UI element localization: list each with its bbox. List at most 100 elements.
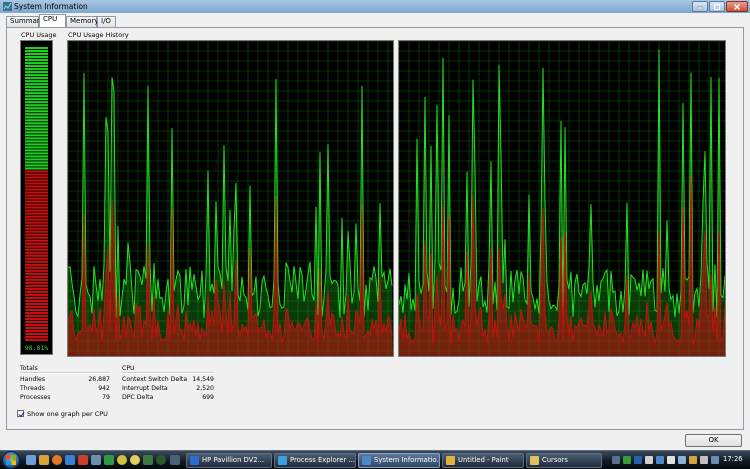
app-icon-green[interactable] bbox=[104, 455, 114, 465]
gauge-segment bbox=[25, 128, 48, 131]
gauge-segment bbox=[25, 119, 48, 122]
show-desktop-icon[interactable] bbox=[26, 455, 36, 465]
gauge-segment bbox=[25, 260, 48, 263]
tab-cpu[interactable]: CPU bbox=[39, 14, 66, 27]
gauge-segment bbox=[25, 86, 48, 89]
expand-arrow-icon[interactable] bbox=[170, 455, 180, 465]
cpu-usage-history-label: CPU Usage History bbox=[68, 31, 129, 39]
gauge-segment bbox=[25, 233, 48, 236]
task-label: Cursors bbox=[542, 456, 568, 464]
gauge-segment bbox=[25, 293, 48, 296]
speaker-icon[interactable] bbox=[700, 456, 708, 464]
tray-app-icon[interactable] bbox=[623, 456, 631, 464]
window-title: System Information bbox=[14, 2, 88, 11]
gauge-segment bbox=[25, 188, 48, 191]
messenger-icon[interactable] bbox=[117, 455, 127, 465]
smiley-icon[interactable] bbox=[130, 455, 140, 465]
processes-label: Processes bbox=[20, 394, 51, 401]
processes-value: 79 bbox=[102, 394, 110, 401]
firefox-icon[interactable] bbox=[52, 455, 62, 465]
gauge-segment bbox=[25, 161, 48, 164]
cpu-stats-header: CPU bbox=[122, 365, 135, 372]
ok-button[interactable]: OK bbox=[685, 434, 742, 447]
gauge-segment bbox=[25, 332, 48, 336]
volume-icon[interactable] bbox=[678, 456, 686, 464]
gauge-segment bbox=[25, 254, 48, 257]
gauge-segment bbox=[25, 113, 48, 116]
taskbar-button-cursors[interactable]: Cursors bbox=[526, 453, 602, 468]
checkmark-icon bbox=[18, 411, 25, 418]
gauge-segment bbox=[25, 236, 48, 239]
threads-label: Threads bbox=[20, 385, 45, 392]
window-switch-icon[interactable] bbox=[91, 455, 101, 465]
app-icon-round[interactable] bbox=[156, 455, 166, 465]
gauge-segment bbox=[25, 302, 48, 305]
clock[interactable]: 17:26 bbox=[723, 455, 743, 463]
taskbar-button-process-explorer[interactable]: Process Explorer ... bbox=[274, 453, 356, 468]
gauge-segment bbox=[25, 257, 48, 260]
gauge-segment bbox=[25, 242, 48, 245]
start-button[interactable] bbox=[2, 451, 20, 469]
taskbar-button-hp-pavillion[interactable]: HP Pavillion DV2... bbox=[186, 453, 272, 468]
gauge-segment bbox=[25, 335, 48, 339]
minimize-button[interactable] bbox=[692, 1, 708, 12]
tab-io[interactable]: I/O bbox=[97, 16, 116, 27]
tray-wifi-icon[interactable] bbox=[711, 456, 719, 464]
bluetooth-icon[interactable] bbox=[634, 456, 642, 464]
network-icon[interactable] bbox=[645, 456, 653, 464]
maximize-button[interactable] bbox=[709, 1, 725, 12]
taskbar: HP Pavillion DV2... Process Explorer ...… bbox=[0, 450, 750, 469]
one-graph-per-cpu-checkbox[interactable] bbox=[17, 410, 25, 418]
gauge-segment bbox=[25, 170, 48, 173]
cpu-history-graph-2 bbox=[398, 40, 726, 357]
gauge-segment bbox=[25, 68, 48, 71]
gauge-segment bbox=[25, 122, 48, 125]
gauge-segment bbox=[25, 305, 48, 308]
gauge-segment bbox=[25, 281, 48, 284]
tray-device-icon[interactable] bbox=[667, 456, 675, 464]
gauge-segment bbox=[25, 266, 48, 269]
cpu-usage-value: 98.81% bbox=[24, 344, 49, 352]
gauge-segment bbox=[25, 53, 48, 56]
taskbar-button-paint[interactable]: Untitled - Paint bbox=[442, 453, 524, 468]
title-bar[interactable]: System Information bbox=[0, 0, 750, 13]
taskbar-button-system-information[interactable]: System Informatio... bbox=[358, 453, 440, 468]
gauge-segment bbox=[25, 80, 48, 83]
gauge-segment bbox=[25, 263, 48, 266]
gauge-segment bbox=[25, 92, 48, 95]
gauge-segment bbox=[25, 269, 48, 272]
gauge-segment bbox=[25, 272, 48, 275]
folder-icon[interactable] bbox=[39, 455, 49, 465]
gauge-segment bbox=[25, 62, 48, 65]
gauge-segment bbox=[25, 251, 48, 254]
gauge-segment bbox=[25, 185, 48, 188]
app-icon-dark[interactable] bbox=[143, 455, 153, 465]
gauge-segment bbox=[25, 107, 48, 110]
gauge-segment bbox=[25, 104, 48, 107]
gauge-segment bbox=[25, 158, 48, 161]
gauge-segment bbox=[25, 95, 48, 98]
cpu-history-graph-1 bbox=[67, 40, 394, 357]
tab-summary[interactable]: Summary bbox=[6, 16, 44, 27]
battery-icon[interactable] bbox=[689, 456, 697, 464]
tray-monitor-icon[interactable] bbox=[656, 456, 664, 464]
cpu-usage-label: CPU Usage bbox=[21, 31, 57, 39]
gauge-segment bbox=[25, 323, 48, 327]
maximize-icon bbox=[714, 3, 720, 10]
gauge-segment bbox=[25, 194, 48, 197]
gauge-segment bbox=[25, 56, 48, 59]
gauge-segment bbox=[25, 110, 48, 113]
close-button[interactable] bbox=[726, 1, 748, 12]
media-icon[interactable] bbox=[78, 455, 88, 465]
close-icon bbox=[734, 3, 740, 10]
tab-memory[interactable]: Memory bbox=[66, 16, 98, 27]
process-explorer-icon bbox=[278, 456, 287, 465]
gauge-segment bbox=[25, 59, 48, 62]
handles-label: Handles bbox=[20, 376, 46, 383]
gauge-segment bbox=[25, 98, 48, 101]
internet-icon[interactable] bbox=[65, 455, 75, 465]
dpc-value: 699 bbox=[202, 394, 214, 401]
one-graph-per-cpu-label[interactable]: Show one graph per CPU bbox=[27, 410, 108, 418]
tray-arrow-icon[interactable] bbox=[612, 456, 620, 464]
gauge-segment bbox=[25, 296, 48, 299]
